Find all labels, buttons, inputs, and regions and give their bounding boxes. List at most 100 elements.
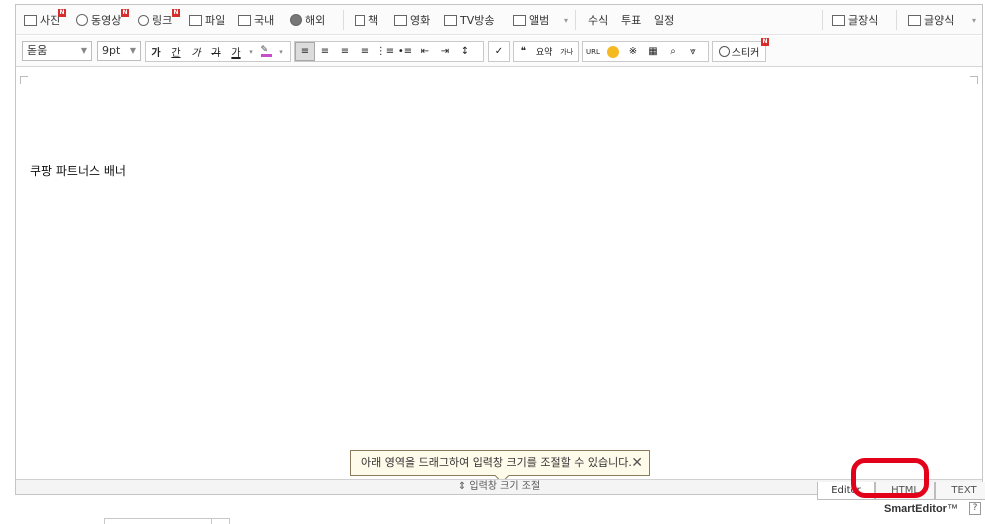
highlighter-icon: ✎ <box>260 46 272 57</box>
tv-icon <box>444 14 457 26</box>
insert-tv-button[interactable]: TV방송 <box>444 12 494 28</box>
overseas-map-label: 해외 <box>305 14 326 27</box>
insert-movie-label: 영화 <box>410 14 431 27</box>
insert-formula-button[interactable]: 수식 <box>588 12 608 28</box>
bullet-list-icon[interactable]: •≡ <box>395 42 415 61</box>
underline-button[interactable]: 간 <box>166 42 186 61</box>
insert-misc-group: URL ※ ▦ ⌕ ⩔ <box>582 41 709 62</box>
spellcheck-icon[interactable]: ✓ <box>489 42 509 61</box>
separator <box>822 10 823 30</box>
align-left-icon[interactable]: ≡ <box>295 42 315 61</box>
link-icon <box>138 14 149 26</box>
body-paragraph[interactable]: 쿠팡 파트너스 배너 <box>30 162 126 179</box>
font-size-value: 9pt <box>102 44 121 57</box>
insert-file-button[interactable]: 파일 <box>189 12 225 28</box>
text-template-label: 글양식 <box>924 14 955 27</box>
quote-button[interactable]: ❝ <box>514 42 533 61</box>
insert-file-label: 파일 <box>205 14 226 27</box>
domestic-icon <box>238 14 251 26</box>
insert-formula-label: 수식 <box>588 14 609 27</box>
insert-toolbar: 사진 N 동영상 N 링크 N 파일 국내 해외 책 영화 TV방송 앨범 ▾ … <box>16 5 982 35</box>
more-dropdown-arrow[interactable]: ▾ <box>564 12 568 28</box>
domestic-map-button[interactable]: 국내 <box>238 12 274 28</box>
align-center-icon[interactable]: ≡ <box>315 42 335 61</box>
insert-link-label: 링크 <box>152 14 173 27</box>
translate-icon[interactable]: ⩔ <box>683 42 703 61</box>
format-toolbar: 돋움 ▼ 9pt ▼ 가 간 가 가 가 ▾ ✎ ▾ ≡ ≡ ≡ ≡ ⋮≡ •≡… <box>16 36 982 67</box>
insert-book-button[interactable]: 책 <box>355 12 378 28</box>
font-color-button[interactable]: 가 <box>226 42 246 61</box>
close-icon[interactable]: ✕ <box>631 451 643 475</box>
book-icon <box>355 14 365 26</box>
bottom-input-field[interactable] <box>104 518 230 524</box>
italic-button[interactable]: 가 <box>186 42 206 61</box>
sticker-label: 스티커 <box>731 48 760 59</box>
photo-icon <box>24 14 37 26</box>
smile-icon <box>718 46 730 57</box>
spellcheck-group: ✓ <box>488 41 510 62</box>
insert-photo-button[interactable]: 사진 N <box>24 9 66 28</box>
highlight-color-button[interactable]: ✎ <box>256 42 276 61</box>
highlight-annotation-circle <box>851 458 929 498</box>
insert-movie-button[interactable]: 영화 <box>394 12 430 28</box>
font-family-select[interactable]: 돋움 ▼ <box>22 41 92 61</box>
find-icon[interactable]: ⌕ <box>663 42 683 61</box>
resize-tooltip: 아래 영역을 드래그하여 입력창 크기를 조절할 수 있습니다. ✕ <box>350 450 650 484</box>
numbered-list-icon[interactable]: ⋮≡ <box>375 42 395 61</box>
highlight-dropdown-icon[interactable]: ▾ <box>276 42 286 61</box>
outdent-icon[interactable]: ⇤ <box>415 42 435 61</box>
tooltip-text: 아래 영역을 드래그하여 입력창 크기를 조절할 수 있습니다. <box>361 456 632 469</box>
chevron-down-icon: ▼ <box>80 46 87 55</box>
strikethrough-button[interactable]: 가 <box>206 42 226 61</box>
font-color-dropdown-icon[interactable]: ▾ <box>246 42 256 61</box>
spell-button[interactable]: 가나 <box>555 42 578 61</box>
insert-album-button[interactable]: 앨범 <box>513 12 549 28</box>
separator <box>575 10 576 30</box>
template-dropdown-arrow[interactable]: ▾ <box>972 12 976 28</box>
quote-group: ❝ 요약 가나 <box>513 41 579 62</box>
url-button[interactable]: URL <box>583 42 603 61</box>
sticker-button[interactable]: 스티커 <box>713 42 765 61</box>
text-decoration-label: 글장식 <box>848 14 879 27</box>
new-badge: N <box>121 9 129 17</box>
bold-button[interactable]: 가 <box>146 42 166 61</box>
separator <box>343 10 344 30</box>
text-decoration-button[interactable]: 글장식 <box>832 12 878 28</box>
font-size-select[interactable]: 9pt ▼ <box>97 41 141 61</box>
insert-book-label: 책 <box>368 14 379 27</box>
domestic-map-label: 국내 <box>254 14 275 27</box>
align-justify-icon[interactable]: ≡ <box>355 42 375 61</box>
globe-icon <box>290 14 302 26</box>
indent-icon[interactable]: ⇥ <box>435 42 455 61</box>
separator <box>896 10 897 30</box>
template-icon <box>908 14 921 26</box>
line-height-icon[interactable]: ↕ <box>455 42 475 61</box>
insert-vote-button[interactable]: 투표 <box>621 12 641 28</box>
text-template-button[interactable]: 글양식 <box>908 12 954 28</box>
table-icon[interactable]: ▦ <box>643 42 663 61</box>
align-right-icon[interactable]: ≡ <box>335 42 355 61</box>
insert-link-button[interactable]: 링크 N <box>138 9 180 28</box>
field-divider <box>211 519 212 524</box>
summary-button[interactable]: 요약 <box>533 42 556 61</box>
help-button[interactable]: ? <box>969 502 981 515</box>
corner-mark <box>20 76 28 84</box>
brand-name: SmartEditor <box>884 503 947 515</box>
text-style-group: 가 간 가 가 가 ▾ ✎ ▾ <box>145 41 291 62</box>
overseas-map-button[interactable]: 해외 <box>290 12 325 28</box>
tab-text[interactable]: TEXT <box>935 482 985 500</box>
insert-vote-label: 투표 <box>621 14 642 27</box>
album-icon <box>513 14 526 26</box>
editor-content-area[interactable]: 쿠팡 파트너스 배너 아래 영역을 드래그하여 입력창 크기를 조절할 수 있습… <box>16 68 982 484</box>
new-badge: N <box>58 9 66 17</box>
special-char-icon[interactable]: ※ <box>623 42 643 61</box>
sticker-group: 스티커 <box>712 41 766 62</box>
file-icon <box>189 14 202 26</box>
smart-editor: 사진 N 동영상 N 링크 N 파일 국내 해외 책 영화 TV방송 앨범 ▾ … <box>15 4 985 500</box>
insert-schedule-label: 일정 <box>654 14 675 27</box>
emoticon-icon[interactable] <box>603 42 623 61</box>
insert-schedule-button[interactable]: 일정 <box>654 12 674 28</box>
new-badge: N <box>172 9 180 17</box>
insert-video-button[interactable]: 동영상 N <box>76 9 129 28</box>
alignment-group: ≡ ≡ ≡ ≡ ⋮≡ •≡ ⇤ ⇥ ↕ <box>294 41 484 62</box>
